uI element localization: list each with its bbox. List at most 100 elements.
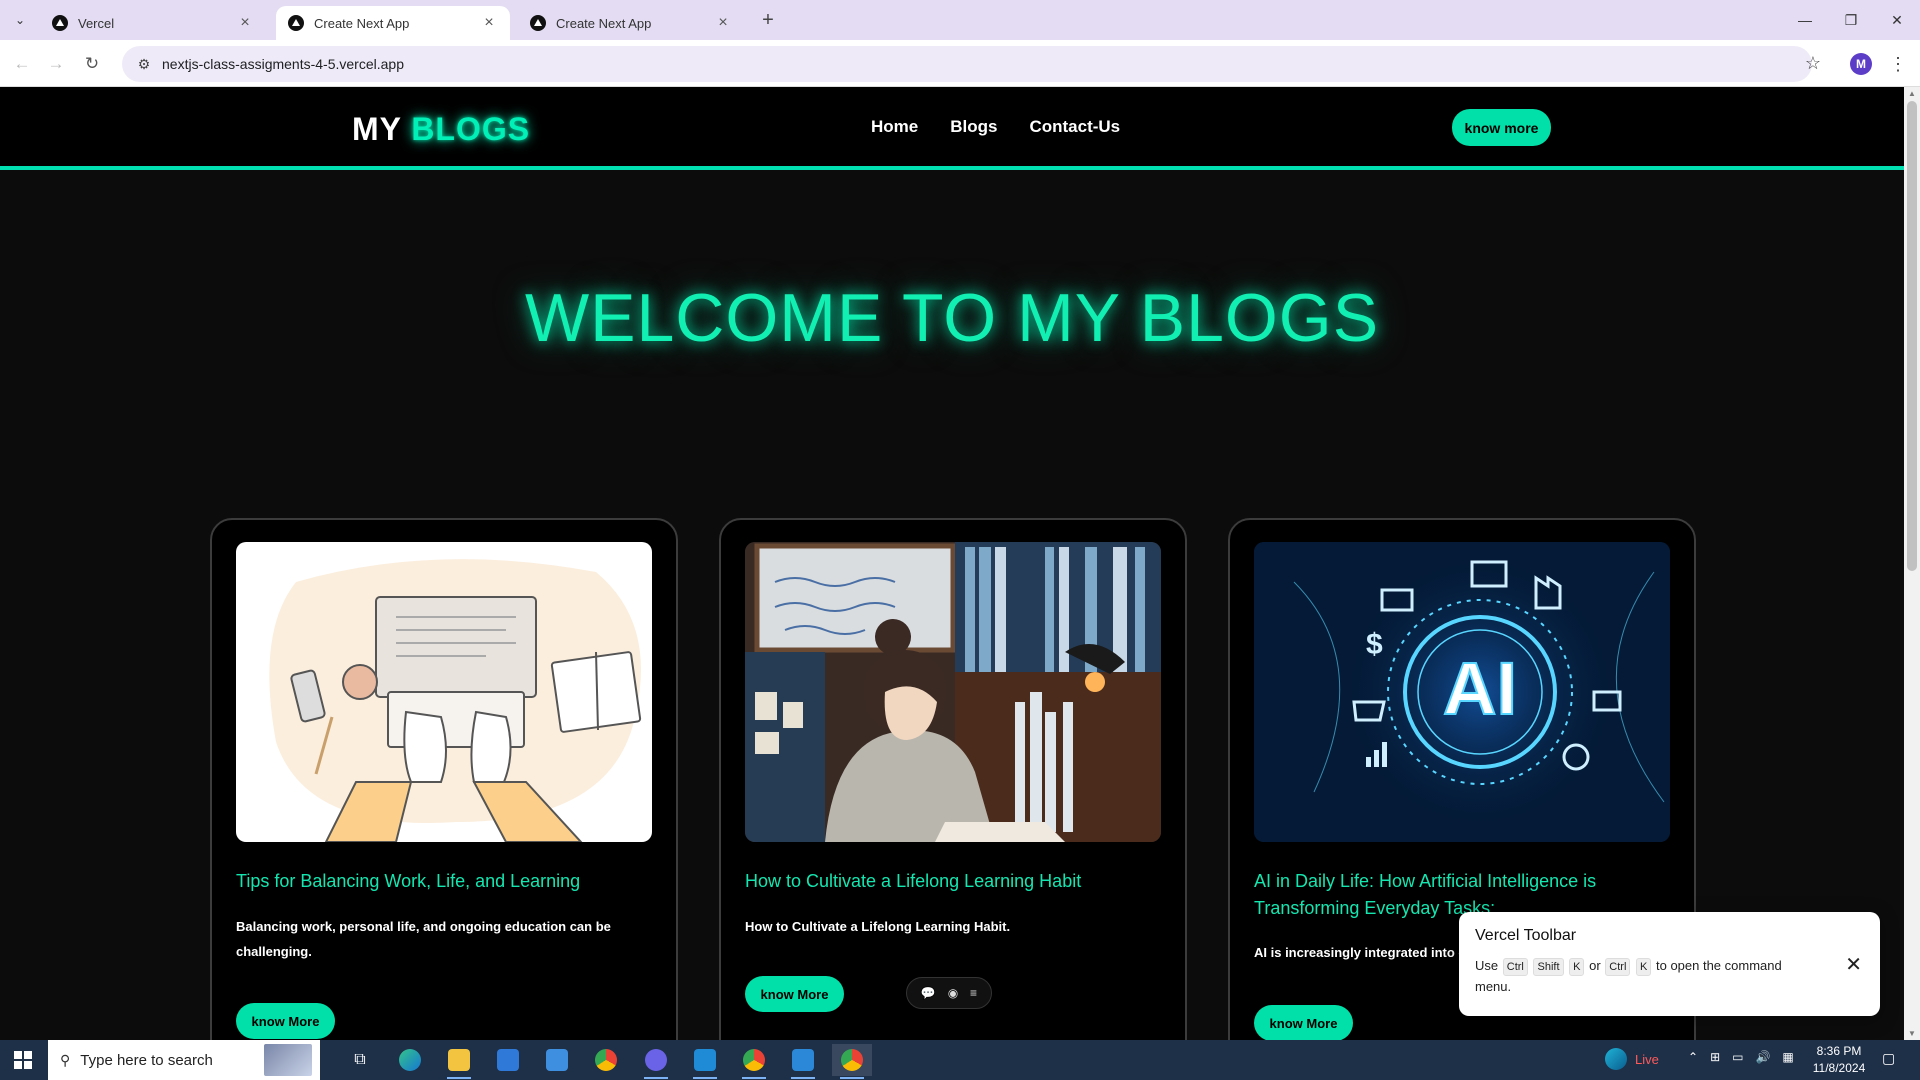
card-description: Balancing work, personal life, and ongoi… [236,919,611,959]
nav-contact-us[interactable]: Contact-Us [1029,117,1120,137]
scrollbar-thumb[interactable] [1907,101,1917,571]
close-icon[interactable]: ✕ [1845,952,1862,977]
tab-title: Create Next App [314,15,410,31]
tab-vercel[interactable]: Vercel × [40,6,266,40]
battery-icon[interactable]: ▭ [1732,1050,1743,1064]
app-installer-icon[interactable] [783,1044,823,1079]
tab-title: Vercel [78,15,115,31]
vercel-favicon-icon [288,15,304,31]
address-bar[interactable]: ⚙ nextjs-class-assigments-4-5.vercel.app [122,46,1812,82]
nav-home[interactable]: Home [871,117,918,137]
search-highlight-image [264,1044,312,1076]
edge-icon[interactable] [390,1044,430,1076]
reload-icon[interactable]: ↻ [78,50,106,78]
tab-create-next-app[interactable]: Create Next App × [518,6,744,40]
svg-text:$: $ [1366,628,1383,661]
vt-text-or: or [1589,958,1601,973]
network-icon[interactable]: ⊞ [1710,1050,1720,1064]
volume-icon[interactable]: 🔊 [1755,1050,1770,1064]
back-arrow-icon[interactable]: ← [8,50,36,78]
weather-widget[interactable]: Live [1605,1048,1659,1070]
card-title[interactable]: How to Cultivate a Lifelong Learning Hab… [745,868,1165,895]
chrome-icon[interactable] [586,1044,626,1076]
windows-start-icon[interactable] [0,1040,46,1080]
scroll-up-arrow-icon[interactable]: ▲ [1908,89,1916,98]
microsoft-store-icon[interactable] [488,1044,528,1076]
browser-toolbar: ← → ↻ ⚙ nextjs-class-assigments-4-5.verc… [0,40,1920,87]
vercel-toolbar-pill[interactable]: 💬 ◉ ≡ [906,977,992,1009]
vercel-toolbar-message: Use Ctrl Shift K or Ctrl K to open the c… [1475,955,1795,997]
laptop-typing-illustration [236,542,652,842]
vercel-toolbar-popup: Vercel Toolbar Use Ctrl Shift K or Ctrl … [1459,912,1880,1016]
site-logo[interactable]: MY BLOGS [352,111,530,148]
scroll-down-arrow-icon[interactable]: ▼ [1908,1029,1916,1038]
hero-title: WELCOME TO MY BLOGS [524,280,1380,356]
bookmark-star-icon[interactable]: ☆ [1800,50,1826,76]
restore-window-icon[interactable]: ❐ [1828,6,1874,34]
tab-title: Create Next App [556,15,652,31]
girl-studying-illustration [745,542,1161,842]
discord-icon[interactable] [636,1044,676,1079]
eye-icon[interactable]: ◉ [948,986,958,1000]
menu-icon[interactable]: ≡ [970,986,977,1000]
ai-logo-text: AI [1443,647,1517,730]
site-header: MY BLOGS Home Blogs Contact-Us know more [0,87,1904,170]
browser-tab-bar: ⌄ Vercel × Create Next App × Create Next… [0,0,1920,40]
site-info-icon[interactable]: ⚙ [126,56,162,73]
profile-avatar[interactable]: M [1850,53,1872,75]
tab-search-dropdown-icon[interactable]: ⌄ [8,8,32,32]
search-icon: ⚲ [60,1051,71,1068]
close-window-icon[interactable]: ✕ [1874,6,1920,34]
comment-icon[interactable]: 💬 [921,986,936,1000]
page-scrollbar[interactable]: ▲ ▼ [1904,87,1920,1040]
minimize-window-icon[interactable]: — [1782,6,1828,34]
kbd-ctrl: Ctrl [1502,958,1528,976]
close-tab-icon[interactable]: × [236,14,254,32]
clock-date: 11/8/2024 [1812,1061,1866,1075]
chevron-up-icon[interactable]: ⌃ [1688,1050,1698,1064]
kbd-shift: Shift [1533,958,1564,976]
nav-blogs[interactable]: Blogs [950,117,997,137]
vscode-icon[interactable] [685,1044,725,1079]
forward-arrow-icon[interactable]: → [42,50,70,78]
card-description: How to Cultivate a Lifelong Learning Hab… [745,919,1011,934]
vercel-favicon-icon [530,15,546,31]
keyboard-icon[interactable]: ▦ [1782,1050,1793,1064]
kbd-ctrl: Ctrl [1605,958,1631,976]
page-viewport: MY BLOGS Home Blogs Contact-Us know more… [0,87,1920,1040]
weather-text: Live [1635,1051,1659,1067]
kbd-k: K [1569,958,1585,976]
logo-prefix: MY [352,111,402,147]
windows-taskbar: ⚲ Type here to search ⧉ Live ⌃ ⊞ ▭ 🔊 ▦ 8… [0,1040,1920,1080]
card-title[interactable]: Tips for Balancing Work, Life, and Learn… [236,868,656,895]
taskbar-clock[interactable]: 8:36 PM 11/8/2024 [1794,1043,1884,1077]
task-view-icon[interactable]: ⧉ [340,1044,380,1076]
weather-icon [1605,1048,1627,1070]
blog-card: How to Cultivate a Lifelong Learning Hab… [719,518,1187,1040]
chrome-active-icon[interactable] [832,1044,872,1079]
taskbar-search-box[interactable]: ⚲ Type here to search [48,1040,320,1080]
notification-icon[interactable]: ▢ [1882,1050,1902,1070]
know-more-button[interactable]: know More [236,1003,335,1039]
ai-circuit-illustration: AI $ [1254,542,1670,842]
file-explorer-icon[interactable] [439,1044,479,1079]
blog-card: Tips for Balancing Work, Life, and Learn… [210,518,678,1040]
main-nav: Home Blogs Contact-Us [871,117,1120,137]
clock-time: 8:36 PM [1816,1044,1862,1058]
system-tray: ⌃ ⊞ ▭ 🔊 ▦ [1688,1050,1794,1064]
close-tab-icon[interactable]: × [480,14,498,32]
new-tab-button[interactable]: + [756,8,780,32]
mail-icon[interactable] [537,1044,577,1076]
know-more-header-button[interactable]: know more [1452,109,1551,146]
logo-accent: BLOGS [411,111,531,147]
close-tab-icon[interactable]: × [714,14,732,32]
tab-create-next-app-active[interactable]: Create Next App × [276,6,510,40]
browser-menu-icon[interactable]: ⋮ [1886,51,1910,77]
chrome-profile-icon[interactable] [734,1044,774,1079]
kbd-k: K [1636,958,1652,976]
address-url[interactable]: nextjs-class-assigments-4-5.vercel.app [162,56,404,72]
taskbar-search-placeholder: Type here to search [80,1051,213,1069]
know-more-button[interactable]: know More [1254,1005,1353,1040]
know-more-button[interactable]: know More [745,976,844,1012]
vercel-toolbar-title: Vercel Toolbar [1475,927,1577,944]
